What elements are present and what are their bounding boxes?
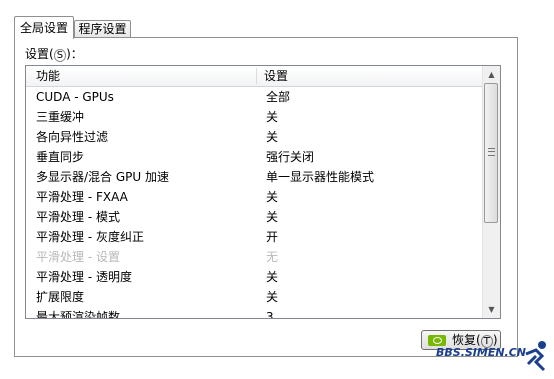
settings-label: 设置(S)： [25, 47, 83, 62]
list-item[interactable]: CUDA - GPUs 全部 [26, 87, 483, 107]
setting-value: 无 [266, 250, 279, 264]
feature-name: 平滑处理 - 灰度纠正 [36, 230, 144, 244]
column-header-setting[interactable]: 设置 [264, 66, 288, 86]
restore-label-text: 恢复 [452, 333, 477, 347]
feature-name: 最大预渲染帧数 [36, 310, 121, 319]
setting-value[interactable]: 关 [266, 187, 278, 207]
column-header-feature[interactable]: 功能 [36, 66, 60, 86]
setting-value[interactable]: 关 [266, 107, 278, 127]
list-item[interactable]: 垂直同步 强行关闭 [26, 147, 483, 167]
feature-name: 垂直同步 [36, 150, 85, 164]
list-rows: CUDA - GPUs 全部 三重缓冲关各向异性过滤关垂直同步 强行关闭 多显示器/混合… [26, 87, 483, 319]
feature-name: 多显示器/混合 GPU 加速 [36, 170, 169, 184]
feature-name: CUDA - GPUs [36, 90, 114, 104]
setting-value[interactable]: 关 [266, 287, 278, 307]
list-item[interactable]: 三重缓冲 关 [26, 107, 483, 127]
list-item[interactable]: 平滑处理 - 模式 关 [26, 207, 483, 227]
scroll-grip-icon [488, 148, 495, 156]
list-item[interactable]: 平滑处理 - FXAA 关 [26, 187, 483, 207]
feature-name: 平滑处理 - 设置 [36, 250, 120, 264]
setting-value[interactable]: 关 [266, 267, 278, 287]
settings-label-text: 设置 [25, 47, 50, 61]
list-item[interactable]: 扩展限度 关 [26, 287, 483, 307]
setting-value[interactable]: 开 [266, 227, 278, 247]
settings-panel: 设置(S)： 功能 设置 CUDA - GPUs 全部 三重缓冲关各向异性过滤关垂直… [14, 37, 518, 357]
setting-value[interactable]: 3 [266, 307, 274, 318]
scroll-up-arrow-icon[interactable]: ▲ [483, 66, 500, 83]
list-item[interactable]: 各向异性过滤 关 [26, 127, 483, 147]
vertical-scrollbar[interactable]: ▲ ▼ [482, 66, 500, 318]
setting-value[interactable]: 全部 [266, 87, 290, 107]
scroll-thumb[interactable] [484, 83, 498, 223]
setting-value[interactable]: 关 [266, 207, 278, 227]
tab-global-settings[interactable]: 全局设置 [14, 16, 74, 39]
feature-name: 三重缓冲 [36, 110, 85, 124]
feature-name: 扩展限度 [36, 290, 85, 304]
setting-value[interactable]: 强行关闭 [266, 147, 314, 167]
watermark-text: BBS.SIMEN.CN [436, 346, 527, 359]
list-item[interactable]: 最大预渲染帧数 3 [26, 307, 483, 319]
list-item[interactable]: 平滑处理 - 设置 无 [26, 247, 483, 267]
list-item[interactable]: 平滑处理 - 透明度 关 [26, 267, 483, 287]
feature-name: 平滑处理 - 模式 [36, 210, 120, 224]
column-divider[interactable] [256, 68, 257, 84]
list-header: 功能 设置 [26, 66, 483, 87]
scroll-down-arrow-icon[interactable]: ▼ [483, 301, 500, 318]
list-item[interactable]: 多显示器/混合 GPU 加速 单一显示器性能模式 [26, 167, 483, 187]
tab-strip: 全局设置 程序设置 [0, 0, 554, 39]
list-item[interactable]: 平滑处理 - 灰度纠正 开 [26, 227, 483, 247]
feature-name: 平滑处理 - FXAA [36, 190, 128, 204]
runner-logo-icon [525, 341, 546, 372]
settings-accel-key: S [53, 49, 67, 62]
settings-list[interactable]: 功能 设置 CUDA - GPUs 全部 三重缓冲关各向异性过滤关垂直同步 强行关闭多… [25, 65, 501, 319]
nvidia-logo-icon [428, 335, 446, 346]
feature-name: 平滑处理 - 透明度 [36, 270, 132, 284]
tab-program-settings[interactable]: 程序设置 [74, 20, 131, 38]
setting-value[interactable]: 关 [266, 127, 278, 147]
feature-name: 各向异性过滤 [36, 130, 109, 144]
setting-value[interactable]: 单一显示器性能模式 [266, 167, 374, 187]
